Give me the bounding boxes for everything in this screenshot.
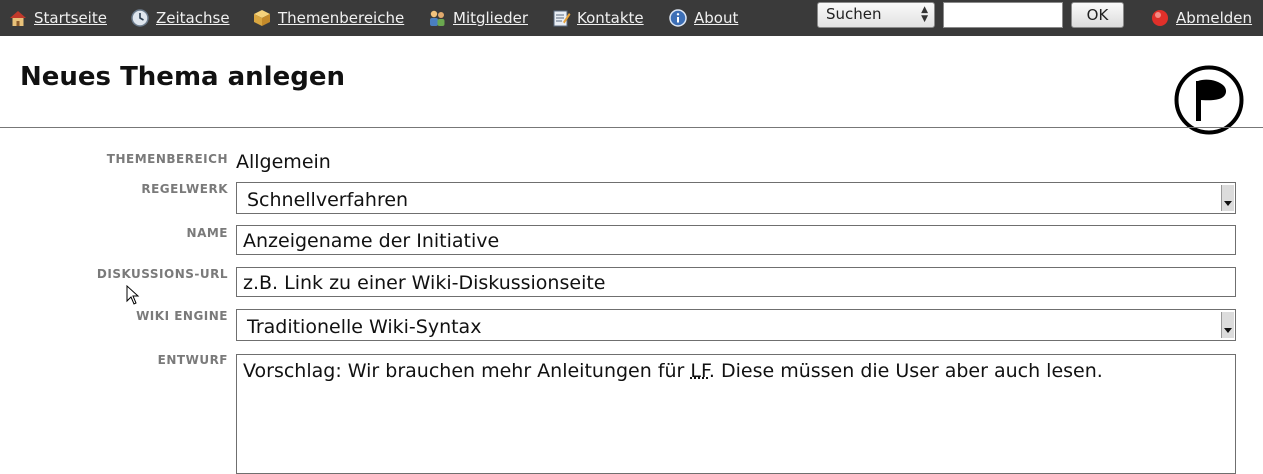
regelwerk-select[interactable]: Schnellverfahren	[236, 182, 1236, 214]
header-divider	[0, 127, 1263, 128]
members-icon	[427, 8, 447, 28]
nav-mitglieder-link[interactable]: Mitglieder	[427, 6, 528, 30]
logout-icon	[1150, 8, 1170, 28]
themenbereich-value: Allgemein	[236, 151, 331, 173]
diskussions-url-label: Diskussions-URL	[96, 267, 228, 281]
entwurf-text-start: Vorschlag: Wir brauchen mehr Anleitungen…	[243, 360, 691, 382]
nav-label: Mitglieder	[453, 9, 528, 27]
search-type-select[interactable]: Suchen ▲ ▼	[817, 2, 935, 28]
logout-label: Abmelden	[1176, 9, 1253, 27]
name-input-value: Anzeigename der Initiative	[243, 230, 500, 252]
regelwerk-label: Regelwerk	[141, 182, 228, 196]
wiki-engine-select[interactable]: Traditionelle Wiki-Syntax	[236, 309, 1236, 341]
name-label: Name	[186, 226, 228, 240]
nav-themenbereiche-link[interactable]: Themenbereiche	[252, 6, 404, 30]
themenbereich-label: Themenbereich	[106, 152, 228, 166]
top-nav-bar: Startseite Zeitachse Themenbereiche Mitg…	[0, 0, 1263, 36]
select-arrows-icon: ▲ ▼	[921, 5, 928, 24]
entwurf-textarea[interactable]: Vorschlag: Wir brauchen mehr Anleitungen…	[236, 354, 1236, 474]
nav-label: Kontakte	[577, 9, 644, 27]
dropdown-arrow-icon	[1221, 312, 1234, 338]
logout-link[interactable]: Abmelden	[1150, 6, 1252, 30]
nav-about-link[interactable]: About	[668, 6, 738, 30]
nav-label: Themenbereiche	[278, 9, 405, 27]
nav-label: Zeitachse	[156, 9, 230, 27]
diskussions-url-input[interactable]: z.B. Link zu einer Wiki-Diskussionseite	[236, 267, 1236, 297]
notepad-icon	[551, 8, 571, 28]
search-ok-button[interactable]: OK	[1071, 2, 1124, 28]
nav-zeitachse-link[interactable]: Zeitachse	[130, 6, 230, 30]
wiki-engine-label: Wiki Engine	[136, 309, 228, 323]
info-icon	[668, 8, 688, 28]
wiki-engine-selected-value: Traditionelle Wiki-Syntax	[247, 316, 482, 338]
mouse-cursor-icon	[126, 284, 140, 305]
regelwerk-selected-value: Schnellverfahren	[247, 189, 409, 211]
nav-label: About	[694, 9, 739, 27]
clock-icon	[130, 8, 150, 28]
page-title: Neues Thema anlegen	[20, 62, 345, 92]
nav-startseite-link[interactable]: Startseite	[8, 6, 107, 30]
search-select-value: Suchen	[826, 5, 882, 23]
entwurf-text-end: . Diese müssen die User aber auch lesen.	[708, 360, 1103, 382]
box-icon	[252, 8, 272, 28]
entwurf-text-abbr: LF	[690, 360, 709, 382]
home-icon	[8, 8, 28, 28]
entwurf-label: Entwurf	[157, 353, 228, 367]
name-input[interactable]: Anzeigename der Initiative	[236, 225, 1236, 255]
diskussions-url-input-value: z.B. Link zu einer Wiki-Diskussionseite	[243, 272, 606, 294]
nav-kontakte-link[interactable]: Kontakte	[551, 6, 644, 30]
pirate-party-logo	[1174, 65, 1244, 135]
dropdown-arrow-icon	[1221, 185, 1234, 211]
nav-label: Startseite	[34, 9, 107, 27]
search-input[interactable]	[943, 2, 1063, 28]
